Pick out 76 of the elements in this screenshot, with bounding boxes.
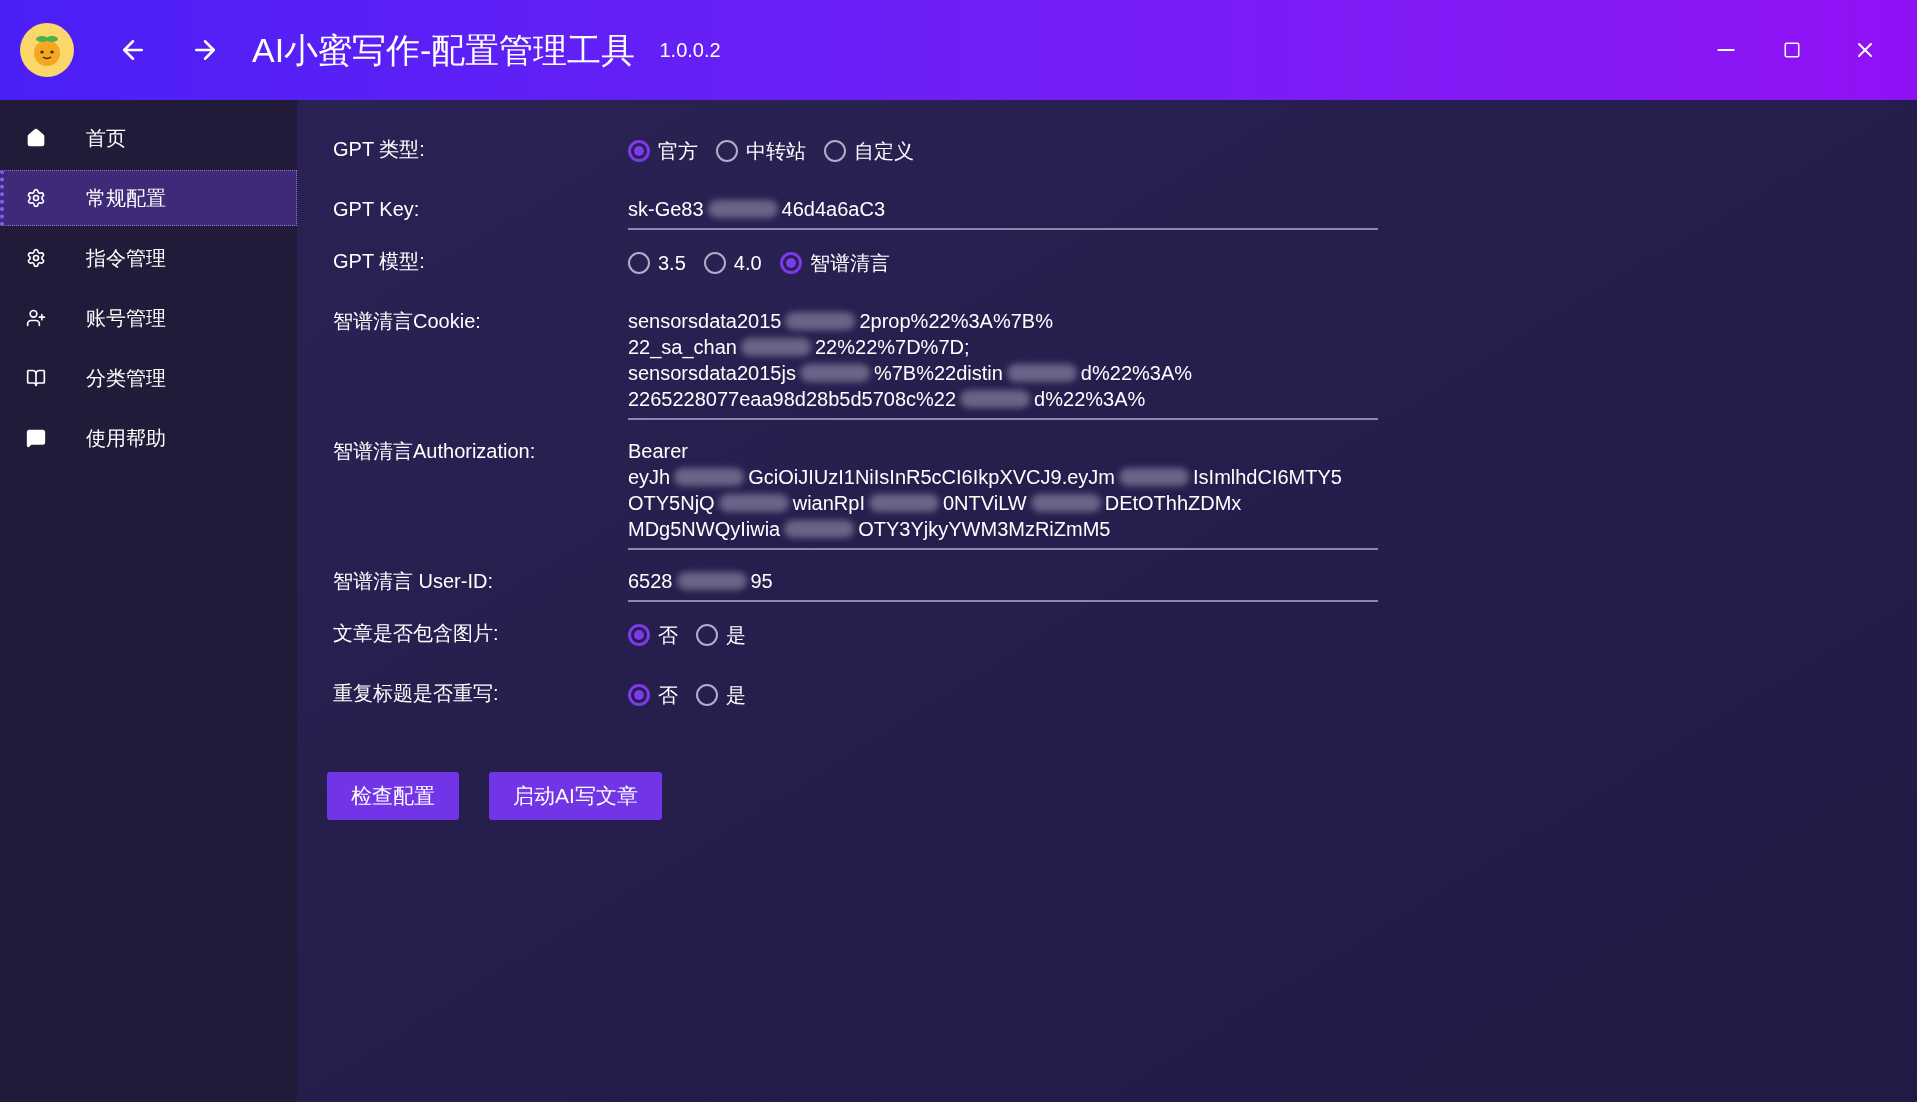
redaction-blur (1119, 468, 1189, 486)
redaction-blur (674, 468, 745, 486)
help-icon (26, 428, 46, 448)
sidebar-item[interactable]: 使用帮助 (0, 410, 297, 466)
redaction-blur (676, 572, 747, 590)
field-text: 22%22%7D%7D; (815, 335, 970, 360)
user-plus-icon (26, 308, 46, 328)
field-text: DEtOThhZDMx (1104, 491, 1242, 516)
gear-icon (26, 248, 46, 268)
field-text: wianRpI (792, 491, 865, 516)
field-text: eyJh (628, 465, 671, 490)
field-label: GPT 模型: (333, 249, 426, 274)
field-text: d%22%3A% (1080, 361, 1193, 386)
redaction-blur (960, 390, 1031, 408)
field-label: 智谱清言Authorization: (333, 439, 537, 464)
home-icon (26, 128, 46, 148)
action-button[interactable]: 启动AI写文章 (489, 772, 662, 820)
text-field[interactable]: Bearer eyJh GciOiJIUzI1NiIsInR5cCI6IkpXVCJ9.eyJm IsImlhdCI6MTY5 OTY5NjQ wianRpI 0NTViLW DEtOThhZDMx MDg5NWQyIiwia OTY3YjkyYWM3MzRiZmM5 (628, 434, 1378, 550)
field-text: d%22%3A% (1034, 387, 1146, 412)
gear-icon (26, 188, 46, 208)
radio-option[interactable]: 4.0 (703, 248, 762, 278)
field-label: GPT Key: (333, 197, 421, 222)
redaction-blur (741, 338, 811, 356)
book-icon (26, 368, 46, 388)
field-label: 文章是否包含图片: (333, 621, 500, 646)
field-text: 6528 (628, 569, 673, 594)
field-text: GciOiJIUzI1NiIsInR5cCI6IkpXVCJ9.eyJm (748, 465, 1115, 490)
field-text: OTY5NjQ (628, 491, 715, 516)
field-text: 0NTViLW (942, 491, 1027, 516)
text-field[interactable]: sk-Ge83 46d4a6aC3 (628, 192, 1378, 230)
redaction-blur (1030, 494, 1101, 512)
sidebar-item[interactable]: 账号管理 (0, 290, 297, 346)
redaction-blur (799, 364, 870, 382)
field-label: 重复标题是否重写: (333, 681, 500, 706)
field-text: OTY3YjkyYWM3MzRiZmM5 (858, 517, 1111, 542)
radio-option[interactable]: 自定义 (824, 136, 914, 166)
field-label: GPT 类型: (333, 137, 426, 162)
redaction-blur (785, 312, 856, 330)
radio-option[interactable]: 是 (696, 620, 746, 650)
field-text: 22_sa_chan (628, 335, 737, 360)
radio-option[interactable]: 否 (628, 620, 678, 650)
sidebar-item[interactable]: 指令管理 (0, 230, 297, 286)
redaction-blur (1006, 364, 1077, 382)
text-field[interactable]: sensorsdata2015 2prop%22%3A%7B% 22_sa_chan 22%22%7D%7D; sensorsdata2015js %7B%22distin d%22%3A% 2265228077eaa98d28b5d5708c%22 d%22%3A% (628, 304, 1378, 420)
radio-option[interactable]: 官方 (628, 136, 698, 166)
redaction-blur (784, 520, 855, 538)
action-button[interactable]: 检查配置 (327, 772, 459, 820)
field-text: IsImlhdCI6MTY5 (1193, 465, 1342, 490)
redaction-blur (718, 494, 789, 512)
field-text: 2prop%22%3A%7B% (859, 309, 1053, 334)
sidebar-item[interactable]: 分类管理 (0, 350, 297, 406)
field-text: 95 (750, 569, 773, 594)
field-text: sensorsdata2015js (628, 361, 796, 386)
field-text: 46d4a6aC3 (781, 197, 886, 222)
maximize-icon[interactable] (1783, 41, 1801, 59)
version-label: 1.0.0.2 (659, 38, 721, 63)
radio-option[interactable]: 是 (696, 680, 746, 710)
sidebar-item[interactable]: 常规配置 (0, 170, 297, 226)
field-text: 2265228077eaa98d28b5d5708c%22 (628, 387, 957, 412)
field-text: Bearer (628, 439, 689, 464)
field-text: MDg5NWQyIiwia (628, 517, 781, 542)
field-label: 智谱清言 User-ID: (333, 569, 494, 594)
redaction-blur (868, 494, 939, 512)
radio-option[interactable]: 3.5 (628, 248, 686, 278)
radio-option[interactable]: 智谱清言 (779, 248, 890, 278)
field-label: 智谱清言Cookie: (333, 309, 482, 334)
field-text: sensorsdata2015 (628, 309, 782, 334)
field-text: sk-Ge83 (628, 197, 704, 222)
sidebar-item[interactable]: 首页 (0, 110, 297, 166)
field-text: %7B%22distin (873, 361, 1003, 386)
window-title: AI小蜜写作-配置管理工具 (252, 29, 636, 71)
radio-option[interactable]: 否 (628, 680, 678, 710)
redaction-blur (707, 200, 778, 218)
fruit-logo-icon (20, 23, 74, 77)
text-field[interactable]: 6528 95 (628, 564, 1378, 602)
radio-option[interactable]: 中转站 (716, 136, 806, 166)
